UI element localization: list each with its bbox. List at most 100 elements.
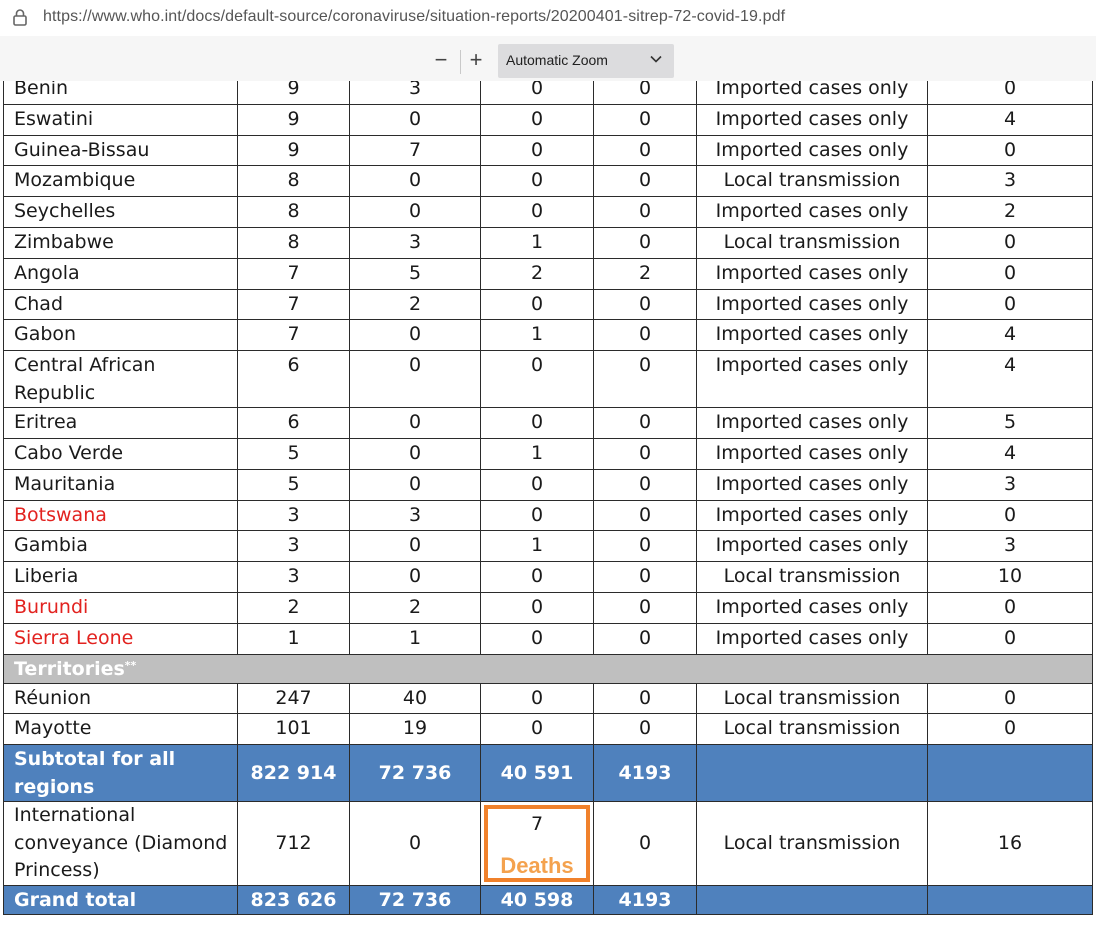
total-deaths-cell: 0 — [480, 622, 594, 655]
subtotal-label: Subtotal for all regions — [3, 744, 238, 803]
table-row: Liberia 3 0 0 0 Local transmission 10 — [3, 561, 1093, 593]
new-deaths-cell: 0 — [593, 103, 697, 136]
chevron-down-icon[interactable] — [650, 55, 662, 63]
pdf-viewer[interactable]: Benin 9 3 0 0 Imported cases only 0 Eswatini 9 0 0… — [0, 81, 1096, 950]
table-row: Sierra Leone 1 1 0 0 Imported cases only 0 — [3, 622, 1093, 655]
new-cases-cell: 0 — [349, 196, 481, 228]
days-since-last-case-cell: 0 — [927, 499, 1093, 532]
transmission-cell: Local transmission — [696, 801, 928, 886]
address-bar[interactable]: https://www.who.int/docs/default-source/… — [0, 0, 1096, 36]
table-row: Angola 7 5 2 2 Imported cases only 0 — [3, 257, 1093, 290]
total-deaths-cell: 0 — [480, 103, 594, 136]
country-cell: Liberia — [3, 561, 238, 593]
annotation-label: Deaths — [500, 852, 574, 878]
grand-total-value-cell: 823 626 — [237, 884, 350, 915]
table-row: Cabo Verde 5 0 1 0 Imported cases only 4 — [3, 437, 1093, 470]
zoom-select[interactable]: Automatic Zoom — [498, 44, 674, 78]
total-deaths-cell: 0 — [480, 350, 594, 409]
total-deaths-cell: 0 — [480, 682, 594, 715]
new-deaths-cell: 0 — [593, 682, 697, 715]
url-text[interactable]: https://www.who.int/docs/default-source/… — [43, 8, 785, 26]
total-cases-cell: 3 — [237, 561, 350, 593]
days-since-last-case-cell: 16 — [927, 801, 1093, 886]
new-deaths-cell: 0 — [593, 288, 697, 321]
transmission-cell: Imported cases only — [696, 530, 928, 563]
empty-cell — [696, 884, 928, 915]
new-cases-cell: 1 — [349, 622, 481, 655]
country-cell: Botswana — [3, 499, 238, 532]
days-since-last-case-cell: 3 — [927, 165, 1093, 198]
new-deaths-cell: 0 — [593, 81, 697, 105]
total-deaths-cell: 1 — [480, 319, 594, 352]
total-cases-cell: 8 — [237, 165, 350, 198]
grand-total-value-cell: 72 736 — [349, 884, 481, 915]
transmission-cell: Imported cases only — [696, 196, 928, 228]
subtotal-value-cell: 72 736 — [349, 744, 481, 803]
total-deaths-cell: 0 — [480, 196, 594, 228]
new-cases-cell: 19 — [349, 713, 481, 746]
total-cases-cell: 712 — [237, 801, 350, 886]
section-title: Territories** — [3, 653, 1093, 684]
new-cases-cell: 0 — [349, 103, 481, 136]
days-since-last-case-cell: 2 — [927, 196, 1093, 228]
country-cell: Eritrea — [3, 407, 238, 439]
days-since-last-case-cell: 0 — [927, 682, 1093, 715]
total-deaths-cell: 0 — [480, 407, 594, 439]
new-deaths-cell: 0 — [593, 713, 697, 746]
empty-cell — [927, 744, 1093, 803]
total-deaths-cell: 0 — [480, 468, 594, 501]
days-since-last-case-cell: 4 — [927, 319, 1093, 352]
zoom-out-button[interactable]: − — [430, 49, 452, 72]
total-deaths-cell: 0 — [480, 713, 594, 746]
days-since-last-case-cell: 0 — [927, 591, 1093, 624]
total-cases-cell: 3 — [237, 530, 350, 563]
country-cell: Zimbabwe — [3, 226, 238, 259]
total-cases-cell: 9 — [237, 134, 350, 167]
new-cases-cell: 0 — [349, 801, 481, 886]
transmission-cell: Local transmission — [696, 682, 928, 715]
total-cases-cell: 1 — [237, 622, 350, 655]
total-cases-cell: 3 — [237, 499, 350, 532]
transmission-cell: Imported cases only — [696, 257, 928, 290]
total-deaths-cell: 0 — [480, 288, 594, 321]
country-cell: International conveyance (Diamond Prince… — [3, 801, 238, 886]
new-deaths-cell: 0 — [593, 468, 697, 501]
transmission-cell: Local transmission — [696, 226, 928, 259]
country-cell: Burundi — [3, 591, 238, 624]
country-cell: Central African Republic — [3, 350, 238, 409]
new-cases-cell: 40 — [349, 682, 481, 715]
table-row: Zimbabwe 8 3 1 0 Local transmission 0 — [3, 226, 1093, 259]
country-cell: Mozambique — [3, 165, 238, 198]
new-cases-cell: 2 — [349, 288, 481, 321]
transmission-cell: Imported cases only — [696, 591, 928, 624]
days-since-last-case-cell: 10 — [927, 561, 1093, 593]
new-cases-cell: 3 — [349, 81, 481, 105]
total-deaths-cell: 7 Deaths — [480, 801, 594, 886]
new-deaths-cell: 0 — [593, 226, 697, 259]
days-since-last-case-cell: 0 — [927, 622, 1093, 655]
grand-total-value-cell: 40 598 — [480, 884, 594, 915]
table-row: Central African Republic 6 0 0 0 Imported cas… — [3, 350, 1093, 409]
subtotal-value-cell: 40 591 — [480, 744, 594, 803]
transmission-cell: Imported cases only — [696, 622, 928, 655]
days-since-last-case-cell: 3 — [927, 468, 1093, 501]
subtotal-value-cell: 822 914 — [237, 744, 350, 803]
transmission-cell: Imported cases only — [696, 288, 928, 321]
total-cases-cell: 2 — [237, 591, 350, 624]
total-deaths-cell: 0 — [480, 561, 594, 593]
empty-cell — [927, 884, 1093, 915]
covid-situation-table: Benin 9 3 0 0 Imported cases only 0 Eswatini 9 0 0… — [3, 81, 1093, 915]
transmission-cell: Imported cases only — [696, 468, 928, 501]
total-cases-cell: 7 — [237, 257, 350, 290]
new-deaths-cell: 0 — [593, 319, 697, 352]
table-row: Chad 7 2 0 0 Imported cases only 0 — [3, 288, 1093, 321]
country-cell: Gabon — [3, 319, 238, 352]
total-cases-cell: 7 — [237, 288, 350, 321]
grand-total-label: Grand total — [3, 884, 238, 915]
total-cases-cell: 5 — [237, 437, 350, 470]
table-row: Eswatini 9 0 0 0 Imported cases only 4 — [3, 103, 1093, 136]
table-row: Mayotte 101 19 0 0 Local transmission 0 — [3, 713, 1093, 746]
zoom-in-button[interactable]: + — [465, 49, 487, 72]
new-cases-cell: 0 — [349, 407, 481, 439]
country-cell: Gambia — [3, 530, 238, 563]
